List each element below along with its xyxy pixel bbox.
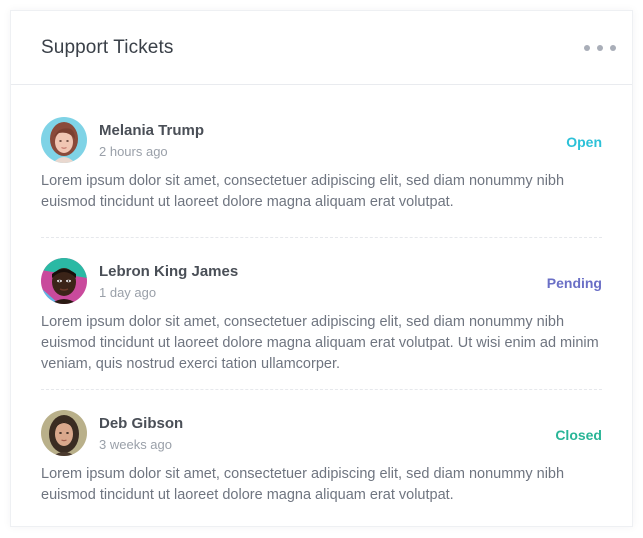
ticket-header: Deb Gibson 3 weeks ago Closed — [41, 410, 602, 456]
ticket-item[interactable]: Deb Gibson 3 weeks ago Closed Lorem ipsu… — [41, 390, 602, 506]
status-badge: Closed — [555, 427, 602, 443]
avatar[interactable] — [41, 117, 87, 163]
ticket-header: Melania Trump 2 hours ago Open — [41, 117, 602, 163]
ticket-message: Lorem ipsum dolor sit amet, consectetuer… — [41, 466, 565, 503]
menu-dot — [584, 45, 590, 51]
ticket-timestamp: 1 day ago — [99, 285, 157, 300]
ticket-timestamp: 2 hours ago — [99, 144, 168, 159]
ticket-author-name[interactable]: Deb Gibson — [99, 415, 183, 432]
ticket-author-name[interactable]: Lebron King James — [99, 263, 238, 280]
card-title: Support Tickets — [41, 37, 174, 58]
ticket-header: Lebron King James 1 day ago Pending — [41, 258, 602, 304]
support-tickets-card: Support Tickets Melania Trump 2 hours ag… — [10, 10, 633, 527]
ticket-list: Melania Trump 2 hours ago Open Lorem ips… — [41, 85, 602, 506]
status-badge: Pending — [546, 275, 602, 291]
menu-dot — [610, 45, 616, 51]
menu-dot — [597, 45, 603, 51]
card-header: Support Tickets — [11, 11, 632, 85]
ticket-author-name[interactable]: Melania Trump — [99, 122, 204, 139]
ticket-item[interactable]: Melania Trump 2 hours ago Open Lorem ips… — [41, 85, 602, 238]
more-horizontal-icon[interactable] — [584, 41, 616, 55]
ticket-item[interactable]: Lebron King James 1 day ago Pending Lore… — [41, 238, 602, 390]
avatar[interactable] — [41, 258, 87, 304]
ticket-message: Lorem ipsum dolor sit amet, consectetuer… — [41, 173, 565, 210]
ticket-timestamp: 3 weeks ago — [99, 437, 172, 452]
avatar[interactable] — [41, 410, 87, 456]
status-badge: Open — [566, 134, 602, 150]
ticket-message: Lorem ipsum dolor sit amet, consectetuer… — [41, 314, 599, 372]
